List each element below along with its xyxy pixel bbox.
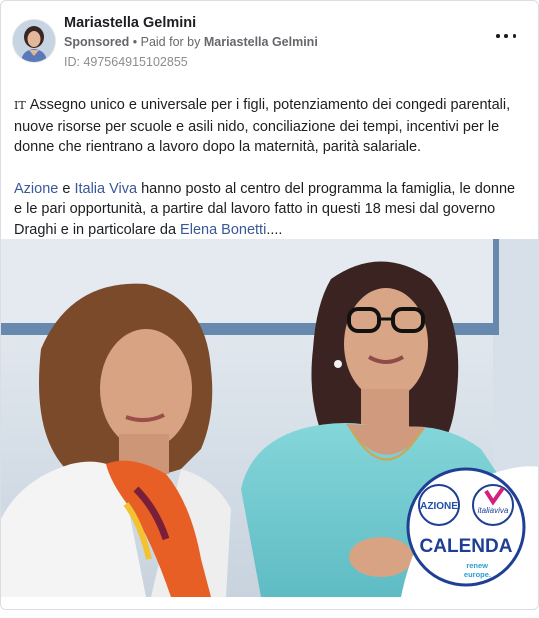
europe-text: europe. — [464, 570, 491, 579]
avatar[interactable] — [13, 20, 55, 62]
conjunction-text: e — [58, 180, 75, 197]
link-italia-viva[interactable]: Italia Viva — [74, 181, 137, 197]
more-horizontal-icon[interactable] — [496, 29, 516, 43]
paid-for-name[interactable]: Mariastella Gelmini — [204, 35, 318, 49]
post-header: Mariastella Gelmini Sponsored • Paid for… — [1, 1, 538, 76]
post-paragraph-2: Azione e Italia Viva hanno posto al cent… — [14, 179, 526, 241]
sponsored-line: Sponsored • Paid for by Mariastella Gelm… — [64, 35, 318, 49]
azione-logo-text: AZIONE — [420, 501, 458, 512]
avatar-image — [13, 20, 55, 62]
ad-image[interactable]: AZIONE italiaviva CALENDA renew europe. — [1, 239, 538, 597]
author-name[interactable]: Mariastella Gelmini — [64, 15, 196, 31]
renew-text: renew — [466, 561, 488, 570]
calenda-logo-text: CALENDA — [420, 536, 513, 557]
see-more-ellipsis[interactable]: .... — [266, 222, 282, 238]
link-azione[interactable]: Azione — [14, 181, 58, 197]
language-icon: IT — [14, 99, 26, 112]
ad-id: ID: 497564915102855 — [64, 55, 188, 69]
card-footer-spacer — [1, 597, 538, 609]
italia-viva-logo-text: italiaviva — [478, 506, 509, 515]
ad-post-card: Mariastella Gelmini Sponsored • Paid for… — [0, 0, 539, 610]
post-paragraph-1: IT Assegno unico e universale per i figli… — [14, 95, 526, 158]
link-elena-bonetti[interactable]: Elena Bonetti — [180, 222, 266, 238]
paragraph-1-text: Assegno unico e universale per i figli, … — [14, 97, 511, 155]
paid-for-prefix: • Paid for by — [129, 35, 204, 49]
sponsored-label: Sponsored — [64, 35, 130, 49]
post-body: IT Assegno unico e universale per i figli… — [14, 95, 526, 240]
